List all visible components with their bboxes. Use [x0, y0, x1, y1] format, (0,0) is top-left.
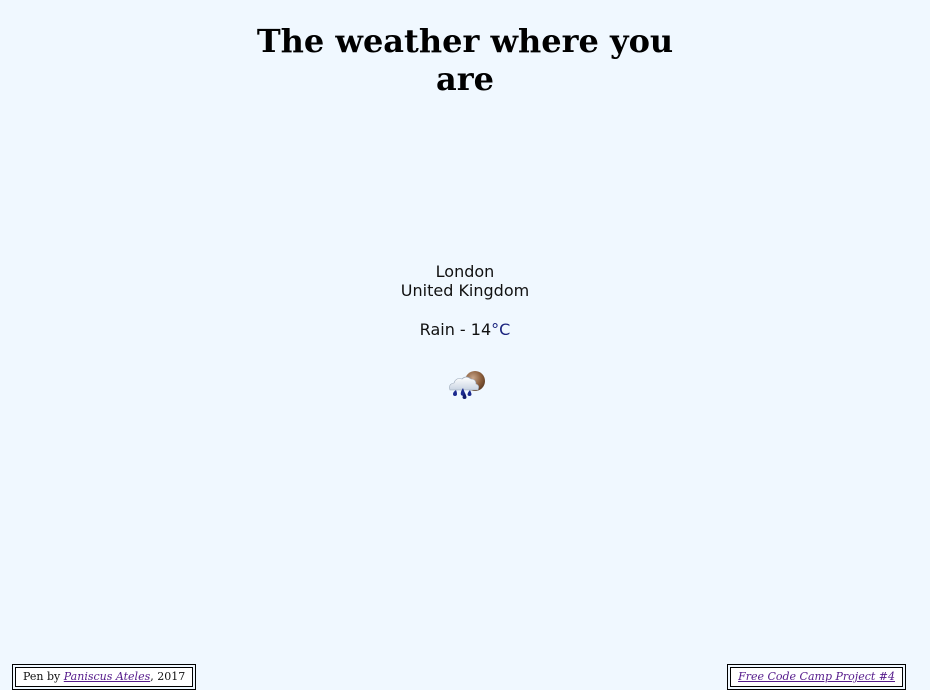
- location: London United Kingdom: [0, 262, 930, 300]
- separator: -: [454, 320, 471, 339]
- country-name: United Kingdom: [400, 281, 530, 300]
- rain-cloud-night-icon: [445, 368, 489, 404]
- author-link[interactable]: Paniscus Ateles: [64, 670, 150, 683]
- project-link[interactable]: Free Code Camp Project #4: [738, 670, 895, 683]
- credit-prefix: Pen by: [23, 670, 64, 683]
- weather-condition: Rain - 14°C: [0, 320, 930, 339]
- footer-credit: Pen by Paniscus Ateles, 2017: [12, 664, 197, 690]
- credit-suffix: , 2017: [150, 670, 186, 683]
- footer-project: Free Code Camp Project #4: [727, 664, 906, 690]
- weather-description: Rain: [419, 320, 455, 339]
- temperature-value: 14: [470, 320, 492, 339]
- page-title: The weather where you are: [256, 22, 674, 98]
- city-name: London: [435, 262, 495, 281]
- temperature-unit-toggle[interactable]: °C: [491, 320, 510, 339]
